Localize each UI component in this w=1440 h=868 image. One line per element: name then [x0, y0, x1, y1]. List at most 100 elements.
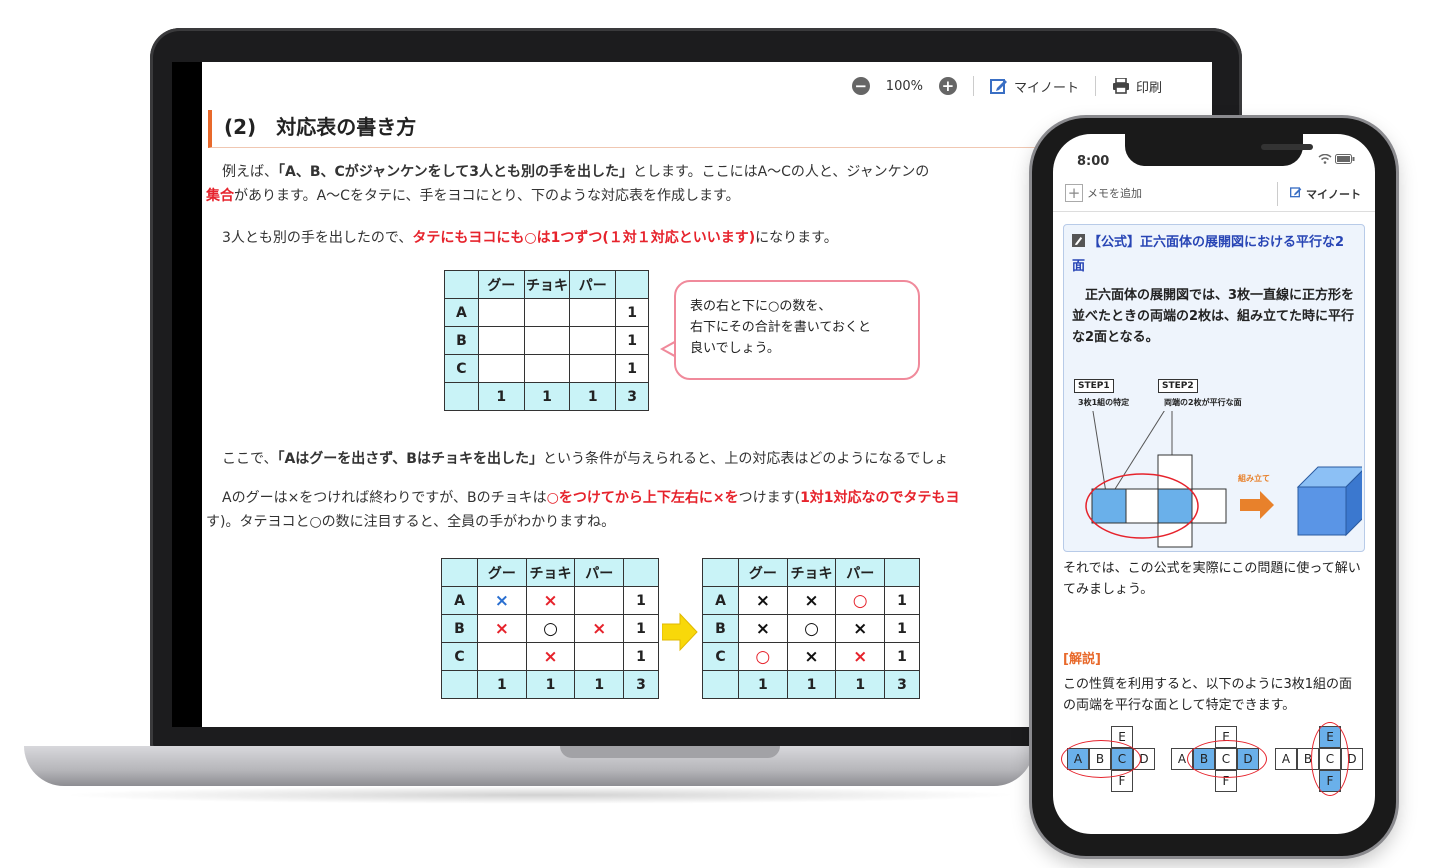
text: とします。ここにはA～Cの人と、ジャンケンの [632, 164, 930, 180]
bubble-line: 右下にその合計を書いておくと [690, 320, 871, 335]
formula-title: 【公式】正六面体の展開図における平行な2面 [1072, 231, 1356, 279]
print-button[interactable]: 印刷 [1112, 77, 1162, 96]
table-header-row: グー チョキ パー [444, 270, 649, 299]
phone-notch [1125, 134, 1313, 166]
text-bold: 「A、B、Cがジャンケンをして3人とも別の手を出した」 [278, 164, 633, 180]
printer-icon [1112, 78, 1129, 94]
table-cell [574, 642, 625, 671]
table-row: 1113 [702, 670, 920, 699]
table-cell: グー [737, 558, 788, 587]
table-cell [477, 298, 525, 327]
table-cell: 1 [615, 326, 649, 355]
table-row: C1 [444, 354, 649, 383]
table-cell: × [786, 586, 837, 615]
net-face-left [1091, 488, 1127, 524]
add-memo-button[interactable]: + メモを追加 [1065, 184, 1142, 202]
page-toolbar: − 100% + マイノート 印刷 [851, 76, 1162, 96]
table-cell [702, 670, 739, 699]
table-cell: チョキ [525, 558, 576, 587]
arrow-right-icon [662, 612, 698, 652]
explanation-heading: [解説] [1063, 652, 1101, 667]
table-row: C × 1 [441, 642, 659, 671]
text-red: 1対1対応なのでタテもヨ [800, 490, 960, 506]
step2-sub: 両端の2枚が平行な面 [1164, 398, 1242, 407]
mynote-button[interactable]: マイノート [989, 77, 1079, 96]
table-cell [884, 558, 920, 587]
table-cell: B [441, 614, 478, 643]
zoom-in-button[interactable]: + [938, 77, 957, 95]
table-cell: C [441, 642, 478, 671]
table-cell: ○ [737, 642, 788, 671]
text: という条件が与えられると、上の対応表はどのようになるでしょ [542, 451, 949, 467]
status-time: 8:00 [1077, 154, 1110, 169]
table-header-row: グー チョキ パー [441, 558, 659, 587]
table-cell [476, 642, 527, 671]
plus-icon: + [938, 77, 957, 95]
net-face-right [1157, 488, 1193, 524]
table-cell [523, 298, 571, 327]
formula-card: 【公式】正六面体の展開図における平行な2面 正六面体の展開図では、3枚一直線に正… [1063, 224, 1365, 552]
net-face-mid [1125, 488, 1159, 524]
table-row: A1 [444, 298, 649, 327]
net-face-top [1157, 454, 1193, 490]
step2-label: STEP2 [1158, 379, 1198, 393]
text: つけます( [738, 490, 801, 506]
table-cell: A [702, 586, 739, 615]
table-cell [477, 354, 525, 383]
paragraph-1-line-1: 例えば、「A、B、Cがジャンケンをして3人とも別の手を出した」とします。ここには… [222, 160, 929, 184]
table-cell: チョキ [523, 270, 571, 299]
table-cell [574, 586, 625, 615]
table-cell: 1 [884, 642, 920, 671]
table-cell: 1 [835, 670, 886, 699]
text-red: 集合 [206, 188, 234, 204]
table-cell [441, 558, 478, 587]
minus-icon: − [851, 77, 870, 95]
table-row: C ○ × × 1 [702, 642, 920, 671]
table-row: B × ○ × 1 [441, 614, 659, 643]
step1-sub: 3枚1組の特定 [1078, 398, 1130, 407]
table-cell: グー [476, 558, 527, 587]
text: があります。A～Cをタテに、手をヨコにとり、下のような対応表を作成します。 [234, 188, 740, 204]
text: す)。タテヨコと○の数に注目すると、全員の手がわかりますね。 [206, 514, 616, 530]
laptop-shadow [60, 786, 1020, 804]
add-memo-label: メモを追加 [1087, 187, 1142, 200]
table-cell: 3 [623, 670, 659, 699]
net-example-3: ABCDEF [1275, 722, 1375, 796]
table-cell [523, 326, 571, 355]
table-cell: チョキ [786, 558, 837, 587]
zoom-out-button[interactable]: − [851, 77, 870, 95]
table-cell [444, 382, 479, 411]
table-cell: × [835, 642, 886, 671]
formula-text: 正六面体の展開図では、3枚一直線に正方形を並べたときの両端の2枚は、組み立てた時… [1072, 285, 1358, 348]
phone-speaker [1261, 144, 1313, 150]
table-cell: 1 [615, 298, 649, 327]
phone-mynote-button[interactable]: マイノート [1290, 186, 1361, 202]
table-cell: ○ [525, 614, 576, 643]
table-cell [569, 326, 617, 355]
paragraph-3: ここで、「Aはグーを出さず、Bはチョキを出した」という条件が与えられると、上の対… [222, 447, 948, 471]
phone-text-2: この性質を利用すると、以下のように3枚1組の面の両端を平行な面として特定できます… [1063, 677, 1353, 713]
table-cell: 1 [884, 586, 920, 615]
text: 例えば、 [222, 164, 278, 180]
laptop-screen-edge [172, 62, 202, 727]
table-cell: A [441, 586, 478, 615]
toolbar-divider [1277, 182, 1278, 206]
toolbar-divider [972, 76, 974, 96]
table-cell: C [702, 642, 739, 671]
assemble-label: 組み立て [1238, 474, 1270, 483]
edit-icon [1290, 187, 1302, 198]
table-cell: 1 [884, 614, 920, 643]
table-cell: 1 [786, 670, 837, 699]
table-row: B1 [444, 326, 649, 355]
formula-body: 正六面体の展開図では、3枚一直線に正方形を並べたときの両端の2枚は、組み立てた時… [1072, 288, 1355, 345]
table-header-row: グー チョキ パー [702, 558, 920, 587]
table-cell: 3 [884, 670, 920, 699]
table-cell: × [525, 586, 576, 615]
table-cell: × [737, 586, 788, 615]
net-highlight-ring [1187, 740, 1267, 778]
table-cell [569, 354, 617, 383]
table-cell: A [444, 298, 479, 327]
paragraph-4-line-2: す)。タテヨコと○の数に注目すると、全員の手がわかりますね。 [206, 510, 615, 534]
table-cell: パー [835, 558, 886, 587]
table-cell: B [702, 614, 739, 643]
